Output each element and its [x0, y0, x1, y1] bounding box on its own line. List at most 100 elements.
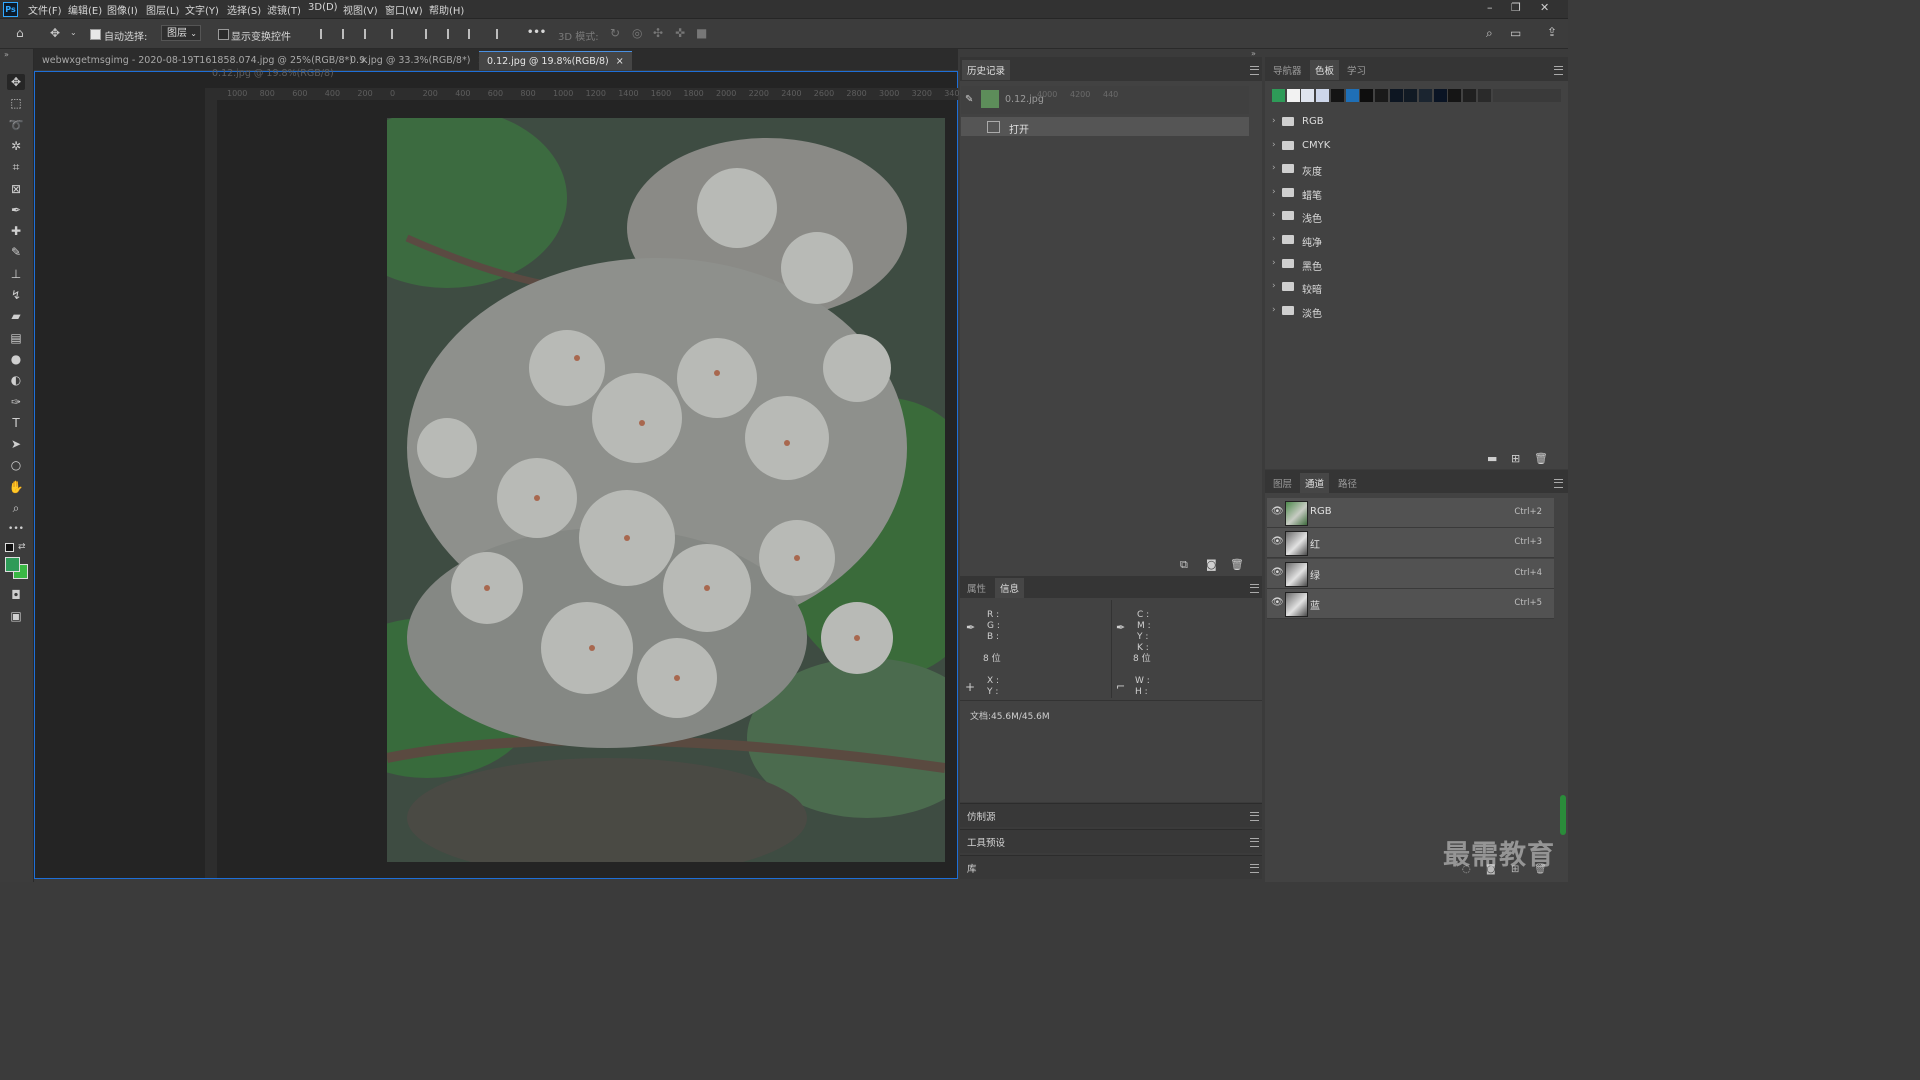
swatch-folder-0[interactable]: › RGB: [1268, 111, 1554, 134]
ellipse-tool-icon[interactable]: ○: [7, 457, 25, 473]
hand-tool-icon[interactable]: ✋: [7, 479, 25, 495]
visibility-eye-icon[interactable]: 👁: [1271, 506, 1284, 517]
auto-select-checkbox[interactable]: [90, 29, 101, 40]
frame-tool-icon[interactable]: ⊠: [7, 181, 25, 197]
swatch-folder-6[interactable]: › 黑色: [1268, 253, 1554, 276]
tab-paths[interactable]: 路径: [1333, 473, 1362, 493]
menu-item-0[interactable]: 文件(F): [28, 2, 62, 17]
new-group-icon[interactable]: ▬: [1487, 452, 1497, 465]
document-image[interactable]: [387, 118, 945, 862]
color-swatch[interactable]: [1389, 89, 1403, 102]
tab-swatches-0[interactable]: 导航器: [1268, 60, 1307, 80]
new-document-from-state-icon[interactable]: ⧉: [1180, 558, 1188, 572]
collapsed-panel-2[interactable]: 库: [960, 855, 1262, 879]
color-swatch[interactable]: [1433, 89, 1447, 102]
more-tools-icon[interactable]: •••: [7, 521, 25, 537]
visibility-eye-icon[interactable]: 👁: [1271, 567, 1284, 578]
menu-item-5[interactable]: 选择(S): [227, 2, 261, 17]
swatch-folder-3[interactable]: › 蜡笔: [1268, 182, 1554, 205]
doc-tab-1[interactable]: 0.9.jpg @ 33.3%(RGB/8*) ×: [342, 51, 493, 70]
channel-row[interactable]: 👁 RGB Ctrl+2: [1267, 498, 1554, 528]
swatch-folder-2[interactable]: › 灰度: [1268, 158, 1554, 181]
menu-item-1[interactable]: 编辑(E): [68, 2, 102, 17]
tab-swatches-1[interactable]: 色板: [1310, 60, 1340, 80]
panel-menu-icon[interactable]: [1250, 812, 1259, 821]
history-panel-menu-icon[interactable]: [1250, 66, 1259, 75]
collapsed-panel-1[interactable]: 工具预设: [960, 829, 1262, 853]
dodge-tool-icon[interactable]: ◐: [7, 372, 25, 388]
swap-colors-icon[interactable]: ⇄: [18, 542, 26, 552]
channel-row[interactable]: 👁 绿 Ctrl+4: [1267, 558, 1554, 589]
minimize-button[interactable]: –: [1487, 1, 1493, 14]
quick-mask-icon[interactable]: ◘: [7, 587, 25, 603]
search-icon[interactable]: ⌕: [1486, 26, 1493, 41]
roll-3d-icon[interactable]: ◎: [632, 26, 642, 40]
share-icon[interactable]: ⇪: [1547, 25, 1557, 39]
color-swatch[interactable]: [1272, 89, 1285, 102]
tab-history[interactable]: 历史记录: [962, 60, 1011, 80]
menu-item-6[interactable]: 滤镜(T): [267, 2, 301, 17]
color-swatch[interactable]: [1404, 89, 1418, 102]
swatch-folder-7[interactable]: › 较暗: [1268, 276, 1554, 299]
ruler-vertical[interactable]: [205, 100, 217, 878]
align-top-icon[interactable]: [425, 29, 436, 39]
align-bottom-icon[interactable]: [468, 29, 479, 39]
color-swatch[interactable]: [1286, 89, 1300, 102]
swatch-folder-5[interactable]: › 纯净: [1268, 229, 1554, 252]
zoom-tool-icon[interactable]: ⌕: [7, 500, 25, 516]
home-icon[interactable]: ⌂: [16, 26, 24, 40]
more-options-button[interactable]: •••: [527, 27, 546, 38]
menu-item-8[interactable]: 视图(V): [343, 2, 378, 17]
trash-icon[interactable]: 🗑: [1230, 558, 1244, 571]
menu-item-3[interactable]: 图层(L): [146, 2, 179, 17]
align-hcenter-icon[interactable]: [342, 29, 353, 39]
channel-row[interactable]: 👁 红 Ctrl+3: [1267, 528, 1554, 559]
tab-layers[interactable]: 图层: [1268, 473, 1297, 493]
pen-tool-icon[interactable]: ✑: [7, 394, 25, 410]
eyedropper-icon[interactable]: ✒: [1116, 621, 1125, 634]
eyedropper-icon[interactable]: ✒: [966, 621, 975, 634]
path-selection-tool-icon[interactable]: ➤: [7, 436, 25, 452]
menu-item-4[interactable]: 文字(Y): [185, 2, 219, 17]
orbit-3d-icon[interactable]: ↻: [610, 26, 620, 40]
type-tool-icon[interactable]: T: [7, 415, 25, 431]
healing-brush-tool-icon[interactable]: ✚: [7, 223, 25, 239]
color-swatch[interactable]: [1345, 89, 1359, 102]
color-swatch[interactable]: [1419, 89, 1432, 102]
history-brush-source-icon[interactable]: ✎: [965, 94, 973, 105]
doc-tab-active[interactable]: 0.12.jpg @ 19.8%(RGB/8) ×: [479, 51, 632, 70]
eraser-tool-icon[interactable]: ▰: [7, 308, 25, 324]
color-swatch[interactable]: [1477, 89, 1491, 102]
chevron-down-icon[interactable]: ⌄: [70, 28, 77, 37]
tab-info[interactable]: 信息: [995, 578, 1025, 598]
show-transform-checkbox[interactable]: [218, 29, 229, 40]
collapse-panels-icon[interactable]: »: [1251, 49, 1256, 58]
align-right-icon[interactable]: [364, 29, 375, 39]
doc-tab-0[interactable]: webwxgetmsgimg - 2020-08-19T161858.074.j…: [34, 51, 376, 70]
menu-item-9[interactable]: 窗口(W): [385, 2, 423, 17]
panel-menu-icon[interactable]: [1250, 864, 1259, 873]
swatches-panel-menu-icon[interactable]: [1554, 66, 1563, 75]
swatch-folder-1[interactable]: › CMYK: [1268, 135, 1554, 158]
close-tab-icon[interactable]: ×: [613, 56, 624, 67]
channel-row[interactable]: 👁 蓝 Ctrl+5: [1267, 588, 1554, 619]
workspace-icon[interactable]: ▭: [1510, 26, 1521, 40]
color-swatch[interactable]: [1448, 89, 1462, 102]
eyedropper-tool-icon[interactable]: ✒: [7, 202, 25, 218]
ruler-horizontal[interactable]: [205, 88, 958, 100]
channels-panel-menu-icon[interactable]: [1554, 479, 1563, 488]
gradient-tool-icon[interactable]: ▤: [7, 330, 25, 346]
camera-icon[interactable]: ◙: [1206, 558, 1217, 571]
collapsed-panel-0[interactable]: 仿制源: [960, 803, 1262, 827]
color-swatch[interactable]: [1316, 89, 1330, 102]
marquee-tool-icon[interactable]: ⬚: [7, 95, 25, 111]
swatch-folder-4[interactable]: › 浅色: [1268, 205, 1554, 228]
lasso-tool-icon[interactable]: ➰: [7, 117, 25, 133]
color-swatch[interactable]: [1330, 89, 1344, 102]
align-left-icon[interactable]: [320, 29, 331, 39]
slide-3d-icon[interactable]: ✜: [675, 26, 685, 40]
history-step[interactable]: 打开: [961, 117, 1249, 136]
distribute-vertical-icon[interactable]: [496, 29, 507, 39]
color-swatch[interactable]: [1463, 89, 1477, 102]
clone-stamp-tool-icon[interactable]: ⊥: [7, 266, 25, 282]
